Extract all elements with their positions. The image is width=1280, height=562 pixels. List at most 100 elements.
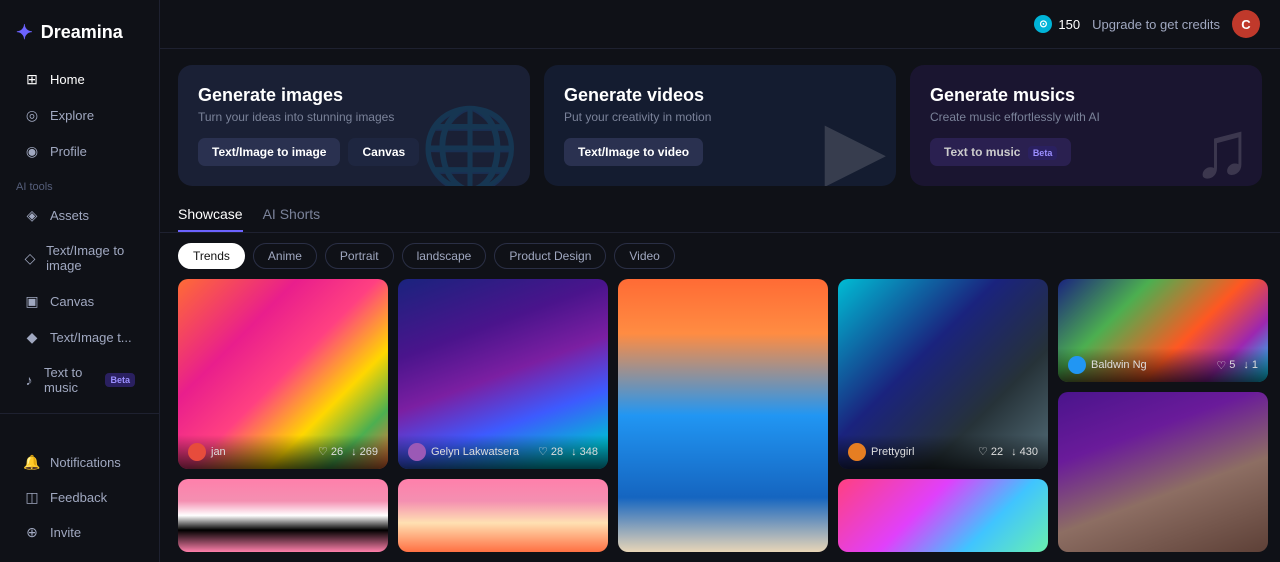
sidebar-item-notifications[interactable]: 🔔 Notifications [8, 445, 151, 479]
tab-showcase[interactable]: Showcase [178, 198, 243, 232]
user-name: Baldwin Ng [1091, 359, 1147, 371]
credits-icon: ⊙ [1034, 15, 1052, 33]
sidebar-item-label: Canvas [50, 294, 94, 309]
user-avatar [188, 443, 206, 461]
sidebar-item-label: Home [50, 72, 85, 87]
text-image-to-video-button[interactable]: Text/Image to video [564, 138, 703, 166]
button-label: Text to music [944, 145, 1020, 159]
topbar: ⊙ 150 Upgrade to get credits C [160, 0, 1280, 49]
downloads-stat: ↓ 269 [351, 446, 378, 458]
gallery-item-bottom-2[interactable] [398, 479, 608, 552]
image-user: Gelyn Lakwatsera [408, 443, 519, 461]
filter-landscape[interactable]: landscape [402, 243, 487, 269]
gallery-col-5: Baldwin Ng ♡ 5 ↓ 1 [1058, 279, 1268, 552]
sidebar-item-label: Invite [50, 525, 81, 540]
credits-value: 150 [1058, 17, 1080, 32]
feature-card-images: Generate images Turn your ideas into stu… [178, 65, 530, 186]
main-content: ⊙ 150 Upgrade to get credits C Generate … [160, 0, 1280, 562]
likes-value: 26 [331, 446, 343, 458]
text-image-icon: ◇ [24, 250, 36, 266]
image-overlay: jan ♡ 26 ↓ 269 [178, 435, 388, 469]
sidebar-item-home[interactable]: ⊞ Home [8, 62, 151, 96]
filter-trends[interactable]: Trends [178, 243, 245, 269]
image-stats: ♡ 22 ↓ 430 [978, 445, 1038, 458]
gallery-item-zebra[interactable] [178, 479, 388, 552]
text-to-music-button[interactable]: Text to music Beta [930, 138, 1071, 166]
image-user: Prettygirl [848, 443, 914, 461]
sidebar-item-label: Text/Image to image [46, 243, 135, 273]
filter-video[interactable]: Video [614, 243, 674, 269]
sidebar-item-canvas[interactable]: ▣ Canvas [8, 284, 151, 318]
profile-icon: ◉ [24, 143, 40, 159]
download-icon: ↓ [1243, 359, 1249, 371]
downloads-value: 1 [1252, 359, 1258, 371]
avatar[interactable]: C [1232, 10, 1260, 38]
filter-portrait[interactable]: Portrait [325, 243, 394, 269]
image-stats: ♡ 26 ↓ 269 [318, 445, 378, 458]
image-overlay: Prettygirl ♡ 22 ↓ 430 [838, 435, 1048, 469]
gallery-item-cat-car[interactable]: Prettygirl ♡ 22 ↓ 430 [838, 279, 1048, 469]
image-overlay: Gelyn Lakwatsera ♡ 28 ↓ 348 [398, 435, 608, 469]
canvas-button[interactable]: Canvas [348, 138, 419, 166]
likes-stat: ♡ 26 [318, 445, 343, 458]
credits-display: ⊙ 150 [1034, 15, 1080, 33]
user-avatar [408, 443, 426, 461]
filter-anime[interactable]: Anime [253, 243, 317, 269]
gallery-item-beach-girl[interactable] [618, 279, 828, 552]
image-stats: ♡ 5 ↓ 1 [1216, 359, 1258, 372]
tab-ai-shorts[interactable]: AI Shorts [263, 198, 321, 232]
user-name: Gelyn Lakwatsera [431, 446, 519, 458]
gallery-item-blob[interactable] [838, 479, 1048, 552]
downloads-value: 269 [360, 446, 378, 458]
tab-label: AI Shorts [263, 206, 321, 222]
gallery-col-3 [618, 279, 828, 552]
tab-label: Showcase [178, 206, 243, 222]
sidebar-item-label: Feedback [50, 490, 107, 505]
gallery-item-girl-portrait[interactable] [1058, 392, 1268, 552]
downloads-stat: ↓ 430 [1011, 446, 1038, 458]
sidebar-item-label: Profile [50, 144, 87, 159]
sidebar-item-text-image[interactable]: ◇ Text/Image to image [8, 234, 151, 282]
feature-card-videos: Generate videos Put your creativity in m… [544, 65, 896, 186]
home-icon: ⊞ [24, 71, 40, 87]
gallery-col-4: Prettygirl ♡ 22 ↓ 430 [838, 279, 1048, 552]
gallery-item-sneaker[interactable]: Baldwin Ng ♡ 5 ↓ 1 [1058, 279, 1268, 382]
filter-product-design[interactable]: Product Design [494, 243, 606, 269]
sidebar-item-assets[interactable]: ◈ Assets [8, 198, 151, 232]
gallery-item-girl-flowers[interactable]: Gelyn Lakwatsera ♡ 28 ↓ 348 [398, 279, 608, 469]
sidebar-item-text-music[interactable]: ♪ Text to music Beta [8, 356, 151, 404]
sidebar-item-explore[interactable]: ◎ Explore [8, 98, 151, 132]
sidebar-item-label: Assets [50, 208, 89, 223]
sidebar-item-profile[interactable]: ◉ Profile [8, 134, 151, 168]
upgrade-link[interactable]: Upgrade to get credits [1092, 17, 1220, 32]
sidebar-item-text-image-2[interactable]: ◆ Text/Image t... [8, 320, 151, 354]
card-decoration: 🌐 [420, 102, 520, 186]
feature-card-musics: Generate musics Create music effortlessl… [910, 65, 1262, 186]
beta-badge: Beta [1028, 146, 1058, 160]
gallery-col-2: Gelyn Lakwatsera ♡ 28 ↓ 348 [398, 279, 608, 552]
card-decoration: ♫ [1192, 104, 1252, 186]
likes-stat: ♡ 5 [1216, 359, 1235, 372]
gallery-col-1: jan ♡ 26 ↓ 269 [178, 279, 388, 552]
explore-icon: ◎ [24, 107, 40, 123]
likes-icon: ♡ [1216, 359, 1226, 372]
gallery-item-giraffe[interactable]: jan ♡ 26 ↓ 269 [178, 279, 388, 469]
beta-badge: Beta [105, 373, 135, 387]
card-title: Generate musics [930, 85, 1242, 106]
likes-icon: ♡ [978, 445, 988, 458]
app-name: Dreamina [41, 22, 123, 43]
downloads-value: 430 [1020, 446, 1038, 458]
sidebar-item-label: Notifications [50, 455, 121, 470]
text-image-to-image-button[interactable]: Text/Image to image [198, 138, 340, 166]
image-user: Baldwin Ng [1068, 356, 1147, 374]
filter-row: Trends Anime Portrait landscape Product … [160, 233, 1280, 279]
sidebar-item-invite[interactable]: ⊕ Invite [8, 515, 151, 549]
sidebar-item-label: Text to music [44, 365, 91, 395]
likes-value: 5 [1229, 359, 1235, 371]
feedback-icon: ◫ [24, 489, 40, 505]
sidebar-item-label: Text/Image t... [50, 330, 132, 345]
sidebar-bottom: 🔔 Notifications ◫ Feedback ⊕ Invite [0, 444, 159, 550]
card-decoration: ▶ [824, 103, 886, 186]
likes-stat: ♡ 28 [538, 445, 563, 458]
sidebar-item-feedback[interactable]: ◫ Feedback [8, 480, 151, 514]
